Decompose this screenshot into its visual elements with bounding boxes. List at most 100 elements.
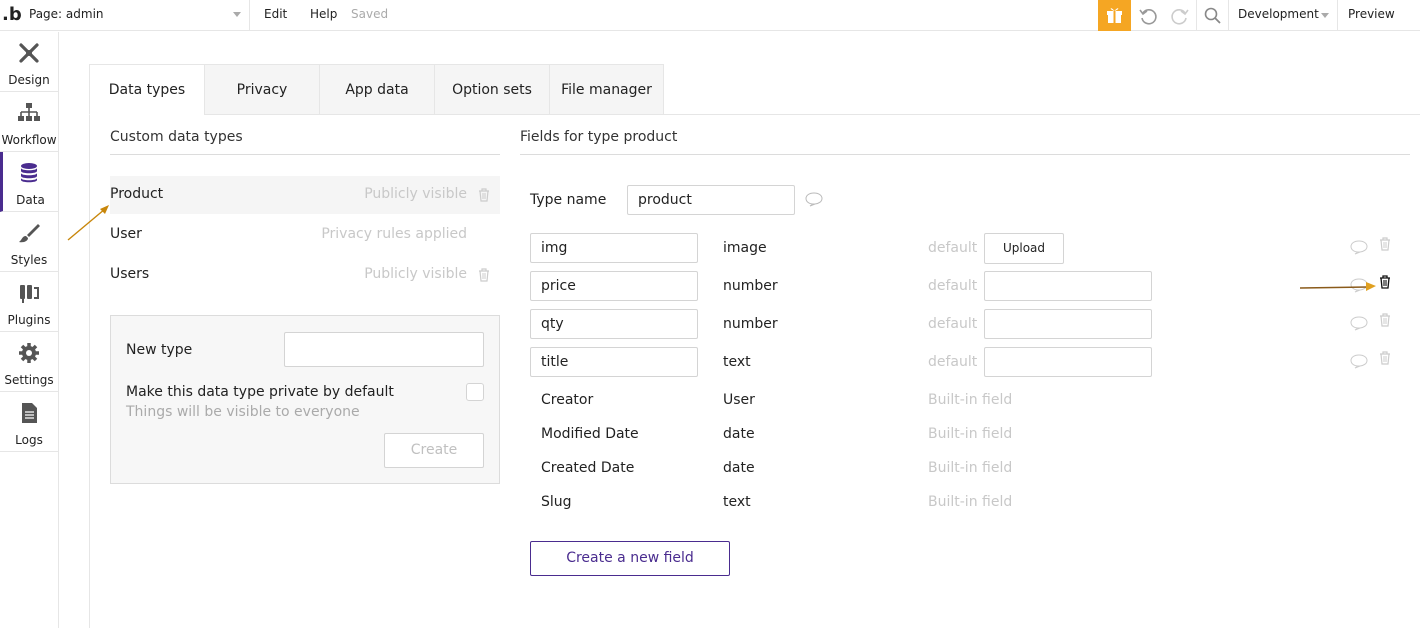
- chevron-down-icon: [1321, 13, 1329, 18]
- tab-file-manager[interactable]: File manager: [549, 64, 664, 115]
- page-selector[interactable]: Page: admin: [24, 0, 250, 31]
- type-visibility: Publicly visible: [364, 186, 467, 202]
- bubble-logo[interactable]: .b: [2, 4, 22, 25]
- trash-icon[interactable]: [1379, 275, 1391, 289]
- builtin-field-note: Built-in field: [928, 392, 1013, 408]
- nav-data[interactable]: Data: [0, 152, 58, 212]
- tab-privacy[interactable]: Privacy: [204, 64, 320, 115]
- type-name: Users: [110, 266, 150, 282]
- tab-data-types[interactable]: Data types: [89, 64, 205, 115]
- fields-title: Fields for type product: [520, 129, 678, 145]
- menu-help[interactable]: Help: [310, 7, 337, 21]
- type-row-user[interactable]: User Privacy rules applied: [110, 216, 500, 254]
- upload-button[interactable]: Upload: [984, 233, 1064, 264]
- field-name-input[interactable]: img: [530, 233, 698, 263]
- nav-label: Workflow: [1, 133, 57, 147]
- field-default-input[interactable]: [984, 271, 1152, 301]
- type-name-label: Type name: [530, 192, 607, 208]
- tab-option-sets[interactable]: Option sets: [434, 64, 550, 115]
- nav-label: Design: [8, 73, 50, 87]
- nav-label: Plugins: [7, 313, 51, 327]
- private-default-hint: Things will be visible to everyone: [126, 404, 360, 420]
- field-type: image: [723, 240, 767, 256]
- nav-workflow[interactable]: Workflow: [0, 92, 58, 152]
- comment-icon[interactable]: [805, 192, 823, 207]
- gift-button[interactable]: [1098, 0, 1131, 31]
- field-default-input[interactable]: [984, 347, 1152, 377]
- field-default-label: default: [928, 240, 978, 256]
- document-icon: [22, 403, 37, 423]
- builtin-field-note: Built-in field: [928, 460, 1013, 476]
- design-icon: [19, 43, 39, 63]
- builtin-field-type: User: [723, 392, 755, 408]
- trash-icon[interactable]: [1379, 313, 1391, 327]
- comment-icon[interactable]: [1350, 316, 1368, 331]
- type-visibility: Publicly visible: [364, 266, 467, 282]
- annotation-arrow: [67, 205, 109, 241]
- builtin-field-name: Created Date: [541, 460, 635, 476]
- redo-icon[interactable]: [1170, 6, 1190, 26]
- preview-button[interactable]: Preview: [1348, 7, 1395, 21]
- builtin-field-note: Built-in field: [928, 494, 1013, 510]
- environment-selector[interactable]: Development: [1238, 7, 1319, 21]
- chevron-down-icon: [233, 12, 241, 17]
- create-new-field-button[interactable]: Create a new field: [530, 541, 730, 576]
- type-row-product[interactable]: Product Publicly visible: [110, 176, 500, 214]
- menu-edit[interactable]: Edit: [264, 7, 287, 21]
- nav-design[interactable]: Design: [0, 32, 58, 92]
- search-icon[interactable]: [1203, 6, 1223, 26]
- type-name: User: [110, 226, 142, 242]
- trash-icon[interactable]: [478, 268, 490, 282]
- type-name-input[interactable]: product: [627, 185, 795, 215]
- left-nav: Design Workflow Data Styles Plugins Sett…: [0, 32, 59, 628]
- nav-logs[interactable]: Logs: [0, 392, 58, 452]
- brush-icon: [19, 224, 40, 243]
- nav-settings[interactable]: Settings: [0, 332, 58, 392]
- plug-icon: [20, 285, 39, 303]
- comment-icon[interactable]: [1350, 354, 1368, 369]
- builtin-field-name: Slug: [541, 494, 572, 510]
- builtin-field-type: date: [723, 460, 755, 476]
- nav-plugins[interactable]: Plugins: [0, 272, 58, 332]
- toolbar-divider: [1196, 0, 1197, 31]
- gear-icon: [19, 343, 39, 363]
- builtin-field-type: text: [723, 494, 751, 510]
- create-type-button[interactable]: Create: [384, 433, 484, 468]
- trash-icon[interactable]: [478, 188, 490, 202]
- trash-icon[interactable]: [1379, 351, 1391, 365]
- saved-status: Saved: [351, 7, 389, 21]
- field-default-label: default: [928, 354, 978, 370]
- comment-icon[interactable]: [1350, 240, 1368, 255]
- field-name-input[interactable]: price: [530, 271, 698, 301]
- field-name-input[interactable]: qty: [530, 309, 698, 339]
- database-icon: [21, 163, 37, 183]
- nav-label: Logs: [15, 433, 43, 447]
- nav-styles[interactable]: Styles: [0, 212, 58, 272]
- new-type-form: New type Make this data type private by …: [110, 315, 500, 484]
- page-selector-label: Page: admin: [29, 7, 104, 21]
- type-visibility: Privacy rules applied: [321, 226, 467, 242]
- field-default-input[interactable]: [984, 309, 1152, 339]
- field-name-input[interactable]: title: [530, 347, 698, 377]
- builtin-field-name: Creator: [541, 392, 594, 408]
- private-default-checkbox[interactable]: [466, 383, 484, 401]
- toolbar-divider: [1337, 0, 1338, 31]
- builtin-field-type: date: [723, 426, 755, 442]
- field-type: number: [723, 278, 778, 294]
- private-default-label: Make this data type private by default: [126, 384, 394, 400]
- type-row-users[interactable]: Users Publicly visible: [110, 256, 500, 294]
- tab-app-data[interactable]: App data: [319, 64, 435, 115]
- new-type-input[interactable]: [284, 332, 484, 367]
- divider: [520, 154, 1410, 155]
- toolbar-divider: [1228, 0, 1229, 31]
- top-bar: .b Page: admin Edit Help Saved Developme…: [0, 0, 1420, 31]
- undo-icon[interactable]: [1138, 6, 1158, 26]
- divider: [110, 154, 500, 155]
- trash-icon[interactable]: [1379, 237, 1391, 251]
- annotation-arrow: [1299, 282, 1376, 291]
- type-name: Product: [110, 186, 164, 202]
- nav-label: Data: [16, 193, 45, 207]
- builtin-field-note: Built-in field: [928, 426, 1013, 442]
- nav-label: Styles: [10, 253, 48, 267]
- field-default-label: default: [928, 316, 978, 332]
